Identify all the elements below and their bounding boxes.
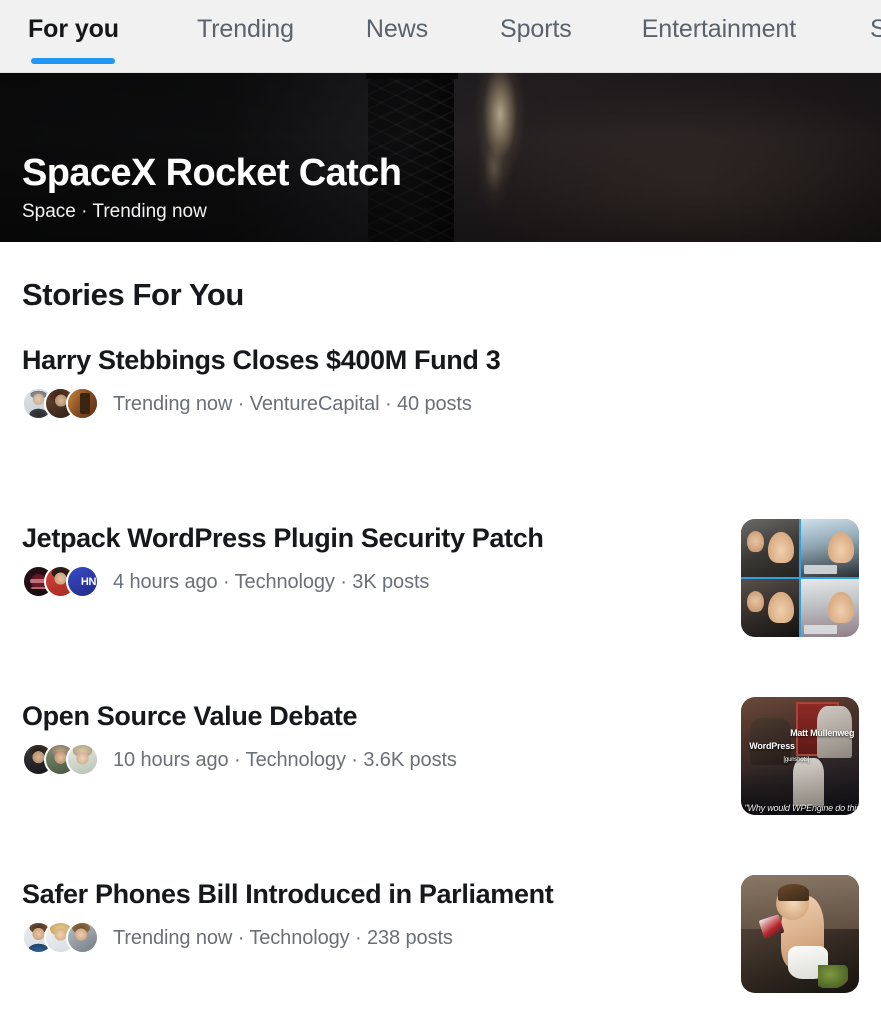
hero-text-block: SpaceX Rocket Catch Space · Trending now — [22, 150, 402, 224]
avatar-stack — [22, 387, 99, 420]
story-meta: Trending now · Technology · 238 posts — [113, 926, 453, 949]
story-meta: 10 hours ago · Technology · 3.6K posts — [113, 748, 457, 771]
story-thumbnail-meme[interactable]: WordPress Matt Mullenweg [gunshots] "Why… — [741, 697, 859, 815]
meme-label-wordpress: WordPress — [749, 740, 795, 751]
waving-hand-graphic — [827, 531, 855, 564]
story-item-jetpack-wordpress[interactable]: Jetpack WordPress Plugin Security Patch … — [22, 519, 859, 639]
hero-subtitle: Space · Trending now — [22, 201, 207, 222]
video-call-grid — [741, 519, 859, 637]
video-call-panel — [801, 519, 859, 577]
tab-saved[interactable]: Saved — [870, 0, 881, 73]
video-call-panel — [801, 579, 859, 637]
baby-photo — [741, 875, 859, 993]
story-thumbnail-baby-phone[interactable] — [741, 875, 859, 993]
tab-bar: For you Trending News Sports Entertainme… — [0, 0, 881, 73]
tab-trending[interactable]: Trending — [197, 0, 294, 73]
story-title: Safer Phones Bill Introduced in Parliame… — [22, 879, 554, 909]
story-item-safer-phones-bill[interactable]: Safer Phones Bill Introduced in Parliame… — [22, 875, 859, 995]
story-meta-row: Trending now · Technology · 238 posts — [22, 921, 723, 954]
story-thumbnail-video-call[interactable] — [741, 519, 859, 637]
avatar-face — [68, 389, 97, 418]
tab-news-label: News — [365, 15, 429, 43]
toy-graphic — [817, 964, 849, 989]
avatar-stack — [22, 921, 99, 954]
story-title: Open Source Value Debate — [22, 701, 358, 731]
tab-trending-label: Trending — [196, 15, 294, 43]
story-meta: 4 hours ago · Technology · 3K posts — [113, 570, 430, 593]
avatar-hacker-news: HN — [66, 565, 99, 598]
page-title: Stories For You — [22, 277, 244, 312]
avatar-face — [68, 745, 97, 774]
meme-caption: "Why would WPEngine do this?" — [744, 802, 859, 813]
video-call-name-label — [804, 624, 837, 635]
person-head-graphic — [746, 590, 765, 613]
meme-person-graphic — [792, 758, 824, 806]
video-call-name-label — [804, 564, 837, 575]
tab-news[interactable]: News — [366, 0, 428, 73]
hero-story-card[interactable]: SpaceX Rocket Catch Space · Trending now — [0, 73, 881, 242]
tab-entertainment-label: Entertainment — [641, 15, 797, 43]
story-main: Jetpack WordPress Plugin Security Patch … — [22, 519, 723, 598]
tab-for-you-label: For you — [28, 15, 119, 43]
tab-for-you[interactable]: For you — [28, 0, 119, 73]
story-main: Harry Stebbings Closes $400M Fund 3 Tren… — [22, 341, 723, 420]
avatar-stack: HN — [22, 565, 99, 598]
video-call-panel — [741, 519, 799, 577]
story-meta-row: HN 4 hours ago · Technology · 3K posts — [22, 565, 723, 598]
avatar — [66, 921, 99, 954]
story-meta-row: 10 hours ago · Technology · 3.6K posts — [22, 743, 723, 776]
tab-sports[interactable]: Sports — [500, 0, 572, 73]
story-main: Safer Phones Bill Introduced in Parliame… — [22, 875, 723, 954]
avatar-face — [68, 923, 97, 952]
avatar-badge-label: HN — [80, 575, 96, 588]
avatar — [66, 743, 99, 776]
avatar-stack — [22, 743, 99, 776]
story-item-harry-stebbings[interactable]: Harry Stebbings Closes $400M Fund 3 Tren… — [22, 341, 859, 461]
meme-image: WordPress Matt Mullenweg [gunshots] "Why… — [741, 697, 859, 815]
tab-entertainment[interactable]: Entertainment — [642, 0, 796, 73]
tab-sports-label: Sports — [500, 15, 572, 43]
waving-hand-graphic — [827, 591, 855, 624]
baby-hair-graphic — [777, 884, 810, 901]
tab-saved-label: Saved — [870, 15, 881, 43]
story-item-open-source-debate[interactable]: Open Source Value Debate 10 hours ago · … — [22, 697, 859, 817]
video-call-panel — [741, 579, 799, 637]
waving-hand-graphic — [767, 591, 795, 624]
story-title: Jetpack WordPress Plugin Security Patch — [22, 523, 544, 553]
story-main: Open Source Value Debate 10 hours ago · … — [22, 697, 723, 776]
story-meta-row: Trending now · VentureCapital · 40 posts — [22, 387, 723, 420]
story-meta: Trending now · VentureCapital · 40 posts — [113, 392, 472, 415]
story-title: Harry Stebbings Closes $400M Fund 3 — [22, 345, 501, 375]
avatar — [66, 387, 99, 420]
meme-label-gunshots: [gunshots] — [783, 757, 810, 764]
person-head-graphic — [746, 530, 765, 553]
tab-active-indicator — [31, 58, 116, 64]
meme-label-person: Matt Mullenweg — [790, 727, 855, 738]
waving-hand-graphic — [767, 531, 795, 564]
hero-title: SpaceX Rocket Catch — [22, 152, 402, 194]
story-list: Harry Stebbings Closes $400M Fund 3 Tren… — [22, 341, 859, 995]
stories-section: Stories For You Harry Stebbings Closes $… — [0, 276, 881, 995]
tab-bar-inner: For you Trending News Sports Entertainme… — [0, 0, 881, 73]
